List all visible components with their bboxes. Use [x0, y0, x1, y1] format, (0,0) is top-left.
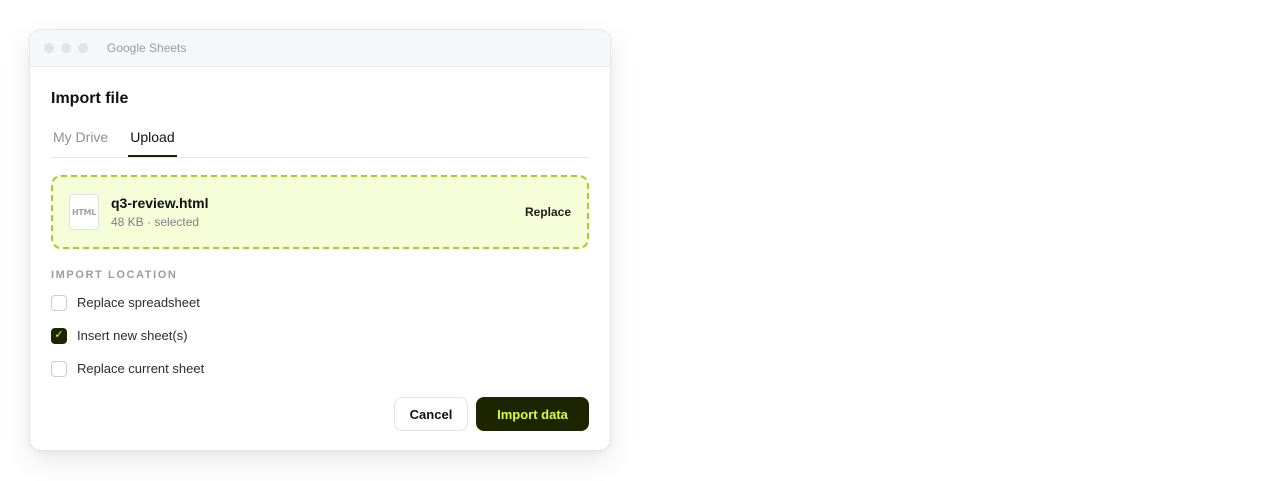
import-data-button[interactable]: Import data — [476, 397, 589, 431]
option-insert-new-sheets[interactable]: ✓ Insert new sheet(s) — [51, 319, 589, 352]
option-label: Insert new sheet(s) — [77, 328, 188, 343]
checkmark-icon: ✓ — [54, 329, 64, 341]
window-close-dot-icon[interactable] — [44, 43, 54, 53]
file-meta: 48 KB · selected — [111, 215, 200, 229]
file-info: q3-review.html 48 KB · selected — [111, 194, 209, 230]
cancel-button[interactable]: Cancel — [394, 397, 468, 431]
app-title: Google Sheets — [107, 41, 187, 55]
option-replace-current-sheet[interactable]: Replace current sheet — [51, 352, 589, 385]
html-file-icon: HTML — [69, 194, 99, 230]
title-bar: Google Sheets — [30, 30, 610, 67]
option-label: Replace spreadsheet — [77, 295, 200, 310]
dialog-window: Google Sheets Import file My Drive Uploa… — [29, 29, 611, 451]
tab-my-drive[interactable]: My Drive — [51, 128, 110, 156]
file-name: q3-review.html — [111, 195, 209, 211]
dialog-title: Import file — [51, 90, 129, 107]
file-dropzone[interactable]: HTML q3-review.html 48 KB · selected Rep… — [51, 175, 589, 249]
replace-spreadsheet-checkbox[interactable] — [51, 294, 67, 311]
option-label: Replace current sheet — [77, 361, 205, 376]
import-location-options: Replace spreadsheet ✓ Insert new sheet(s… — [51, 286, 589, 385]
import-location-label: IMPORT LOCATION — [51, 269, 178, 281]
tab-bar: My Drive Upload — [51, 128, 589, 158]
option-replace-spreadsheet[interactable]: Replace spreadsheet — [51, 286, 589, 319]
dialog-footer: Cancel Import data — [394, 397, 589, 431]
window-maximize-dot-icon[interactable] — [78, 43, 88, 53]
dialog-content: Import file My Drive Upload HTML q3-revi… — [30, 89, 610, 385]
tab-upload[interactable]: Upload — [128, 128, 177, 157]
replace-file-button[interactable]: Replace — [525, 205, 571, 219]
replace-current-sheet-checkbox[interactable] — [51, 360, 67, 377]
window-minimize-dot-icon[interactable] — [61, 43, 71, 53]
insert-new-sheets-checkbox[interactable]: ✓ — [51, 327, 67, 344]
